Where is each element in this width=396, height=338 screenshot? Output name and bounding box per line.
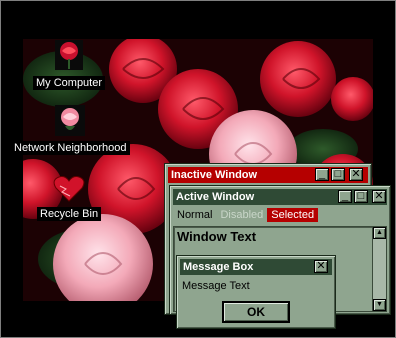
minimize-icon: _: [341, 190, 349, 202]
message-box[interactable]: Message Box ✕ Message Text OK: [176, 255, 336, 329]
close-icon: ✕: [316, 260, 326, 272]
message-box-title: Message Box: [183, 261, 254, 273]
desktop-icon-recycle-bin[interactable]: Recycle Bin: [37, 174, 102, 222]
icon-label-recycle-bin: Recycle Bin: [37, 207, 102, 221]
inactive-close-button[interactable]: ✕: [349, 168, 363, 181]
scroll-down-icon: ▼: [376, 301, 383, 308]
message-box-close-button[interactable]: ✕: [314, 260, 328, 273]
vertical-scrollbar[interactable]: ▲ ▼: [372, 227, 386, 311]
active-window-title: Active Window: [176, 191, 255, 203]
menu-item-disabled: Disabled: [220, 209, 264, 221]
ok-button[interactable]: OK: [223, 302, 289, 322]
rose-computer-icon: [55, 40, 84, 70]
maximize-icon: □: [357, 190, 365, 202]
inactive-maximize-button[interactable]: □: [331, 168, 345, 181]
scroll-up-button[interactable]: ▲: [373, 227, 386, 239]
window-text: Window Text: [177, 229, 257, 244]
inactive-minimize-button[interactable]: _: [315, 168, 329, 181]
rose-network-icon: [55, 105, 86, 136]
desktop-icon-network-neighborhood[interactable]: Network Neighborhood: [11, 104, 130, 156]
preview-frame: My Computer Network Neighborhood Recycle…: [0, 0, 396, 338]
menu-item-normal[interactable]: Normal: [173, 208, 216, 222]
icon-label-my-computer: My Computer: [33, 76, 106, 90]
desktop: My Computer Network Neighborhood Recycle…: [1, 1, 395, 337]
desktop-icon-my-computer[interactable]: My Computer: [33, 39, 106, 91]
minimize-icon: _: [318, 168, 326, 180]
active-close-button[interactable]: ✕: [372, 190, 386, 203]
message-text: Message Text: [182, 280, 250, 292]
inactive-window-title: Inactive Window: [171, 169, 258, 181]
maximize-icon: □: [334, 168, 342, 180]
heart-recycle-bin-icon: [53, 176, 85, 202]
active-minimize-button[interactable]: _: [338, 190, 352, 203]
scroll-up-icon: ▲: [376, 229, 383, 236]
scroll-down-button[interactable]: ▼: [373, 299, 386, 311]
message-box-titlebar[interactable]: Message Box: [180, 259, 332, 275]
close-icon: ✕: [351, 168, 361, 180]
active-maximize-button[interactable]: □: [354, 190, 368, 203]
active-window-menubar: Normal Disabled Selected: [173, 208, 319, 222]
close-icon: ✕: [374, 190, 384, 202]
icon-label-network-neighborhood: Network Neighborhood: [11, 141, 130, 155]
menu-item-selected[interactable]: Selected: [267, 208, 319, 222]
